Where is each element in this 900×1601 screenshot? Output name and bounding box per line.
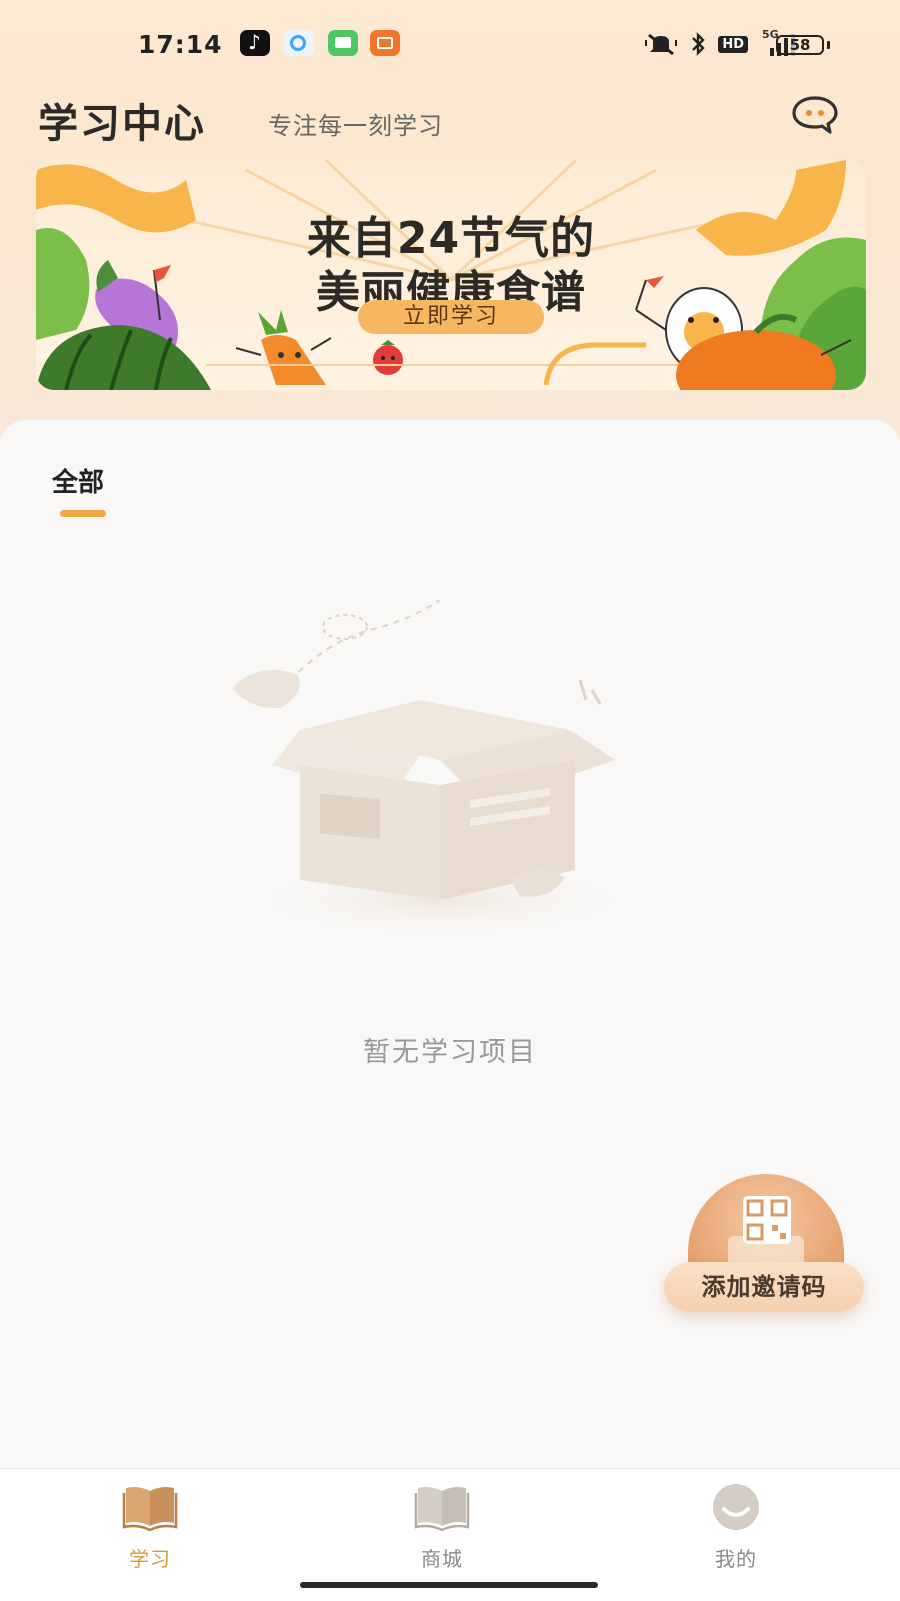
add-invite-code-button[interactable]: 添加邀请码 bbox=[664, 1174, 872, 1334]
nav-item-mall[interactable]: 商城 bbox=[382, 1483, 502, 1573]
book-icon bbox=[122, 1487, 178, 1531]
nav-item-study[interactable]: 学习 bbox=[90, 1483, 210, 1573]
promo-banner[interactable]: 来自24节气的 美丽健康食谱 立即学习 bbox=[36, 160, 866, 390]
page-subtitle: 专注每一刻学习 bbox=[268, 112, 443, 140]
empty-box-icon bbox=[230, 600, 640, 940]
reader-icon bbox=[370, 30, 400, 56]
status-bar: 17:14 HD 5G 58 bbox=[0, 22, 900, 68]
profile-icon bbox=[713, 1484, 759, 1530]
nav-label-mall: 商城 bbox=[421, 1547, 463, 1571]
hd-badge: HD bbox=[718, 35, 748, 53]
chat-bubble-icon[interactable] bbox=[790, 94, 840, 136]
nav-label-study: 学习 bbox=[129, 1547, 171, 1571]
page-title: 学习中心 bbox=[38, 101, 206, 147]
battery-indicator: 58 bbox=[776, 35, 830, 55]
battery-level: 58 bbox=[776, 35, 824, 55]
tab-active-indicator bbox=[60, 510, 106, 517]
book-icon bbox=[414, 1487, 470, 1531]
banner-cta-button[interactable]: 立即学习 bbox=[358, 300, 544, 334]
page-header: 学习中心 专注每一刻学习 bbox=[0, 88, 900, 148]
tiktok-icon bbox=[240, 30, 270, 56]
empty-state-text: 暂无学习项目 bbox=[363, 1037, 537, 1068]
nav-item-profile[interactable]: 我的 bbox=[676, 1483, 796, 1573]
home-indicator[interactable] bbox=[300, 1582, 598, 1588]
messages-icon bbox=[328, 30, 358, 56]
tab-all[interactable]: 全部 bbox=[52, 462, 104, 499]
invite-button-label: 添加邀请码 bbox=[664, 1262, 864, 1312]
nav-label-profile: 我的 bbox=[715, 1547, 757, 1571]
bluetooth-icon bbox=[692, 32, 706, 56]
status-time: 17:14 bbox=[138, 30, 223, 59]
qq-browser-icon bbox=[284, 30, 314, 56]
mute-icon bbox=[645, 33, 678, 56]
